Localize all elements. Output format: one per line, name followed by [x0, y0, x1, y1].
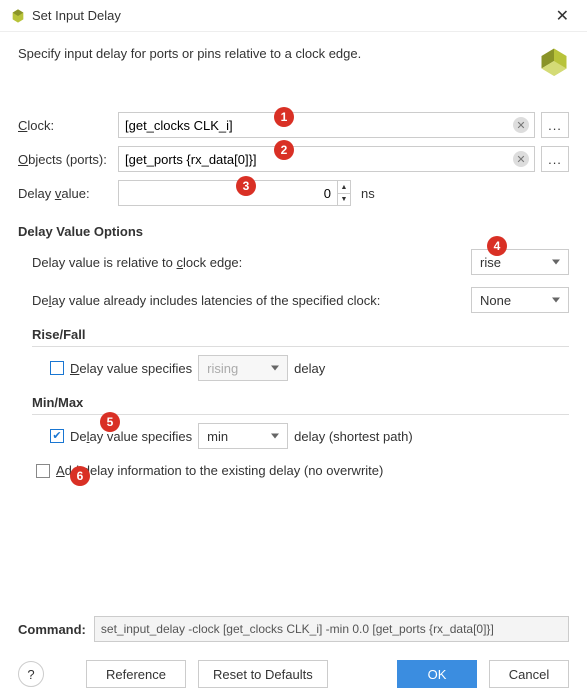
objects-browse-button[interactable]: ... — [541, 146, 569, 172]
rise-fall-heading: Rise/Fall — [32, 327, 569, 347]
clock-label: Clock: — [18, 118, 118, 133]
min-max-checkbox[interactable] — [50, 429, 64, 443]
add-delay-checkbox[interactable] — [36, 464, 50, 478]
min-max-spec-label: Delay value specifies — [70, 429, 192, 444]
app-logo-icon — [539, 46, 569, 76]
callout-marker-1: 1 — [274, 107, 294, 127]
delay-value-input[interactable] — [118, 180, 338, 206]
close-icon[interactable]: ✕ — [548, 4, 577, 28]
footer: ? Reference Reset to Defaults OK Cancel — [0, 648, 587, 700]
titlebar: Set Input Delay ✕ — [0, 0, 587, 32]
relative-edge-select[interactable]: rise — [471, 249, 569, 275]
delay-options-heading: Delay Value Options — [18, 224, 569, 239]
min-max-trailing-label: delay (shortest path) — [294, 429, 413, 444]
add-delay-label: Add delay information to the existing de… — [56, 463, 383, 478]
objects-label: Objects (ports): — [18, 152, 118, 167]
content-area: 1 2 3 4 5 6 Specify input delay for port… — [0, 32, 587, 648]
rise-fall-checkbox[interactable] — [50, 361, 64, 375]
latencies-label: Delay value already includes latencies o… — [32, 293, 471, 308]
callout-marker-5: 5 — [100, 412, 120, 432]
callout-marker-2: 2 — [274, 140, 294, 160]
window-title: Set Input Delay — [32, 8, 548, 23]
min-max-select[interactable]: min — [198, 423, 288, 449]
command-label: Command: — [18, 622, 86, 637]
clock-input[interactable] — [118, 112, 535, 138]
ok-button[interactable]: OK — [397, 660, 477, 688]
app-icon — [10, 8, 26, 24]
rise-fall-trailing-label: delay — [294, 361, 325, 376]
relative-edge-label: Delay value is relative to clock edge: — [32, 255, 471, 270]
clear-objects-icon[interactable]: ✕ — [513, 151, 529, 167]
command-output[interactable] — [94, 616, 569, 642]
latencies-select[interactable]: None — [471, 287, 569, 313]
cancel-button[interactable]: Cancel — [489, 660, 569, 688]
delay-unit-label: ns — [361, 186, 375, 201]
reference-button[interactable]: Reference — [86, 660, 186, 688]
callout-marker-4: 4 — [487, 236, 507, 256]
clock-browse-button[interactable]: ... — [541, 112, 569, 138]
delay-step-down-button[interactable]: ▼ — [337, 193, 351, 206]
delay-step-up-button[interactable]: ▲ — [337, 180, 351, 193]
dialog-description: Specify input delay for ports or pins re… — [18, 46, 531, 61]
rise-fall-select: rising — [198, 355, 288, 381]
reset-defaults-button[interactable]: Reset to Defaults — [198, 660, 328, 688]
objects-input[interactable] — [118, 146, 535, 172]
callout-marker-3: 3 — [236, 176, 256, 196]
rise-fall-spec-label: Delay value specifies — [70, 361, 192, 376]
delay-value-label: Delay value: — [18, 186, 118, 201]
clear-clock-icon[interactable]: ✕ — [513, 117, 529, 133]
help-button[interactable]: ? — [18, 661, 44, 687]
callout-marker-6: 6 — [70, 466, 90, 486]
